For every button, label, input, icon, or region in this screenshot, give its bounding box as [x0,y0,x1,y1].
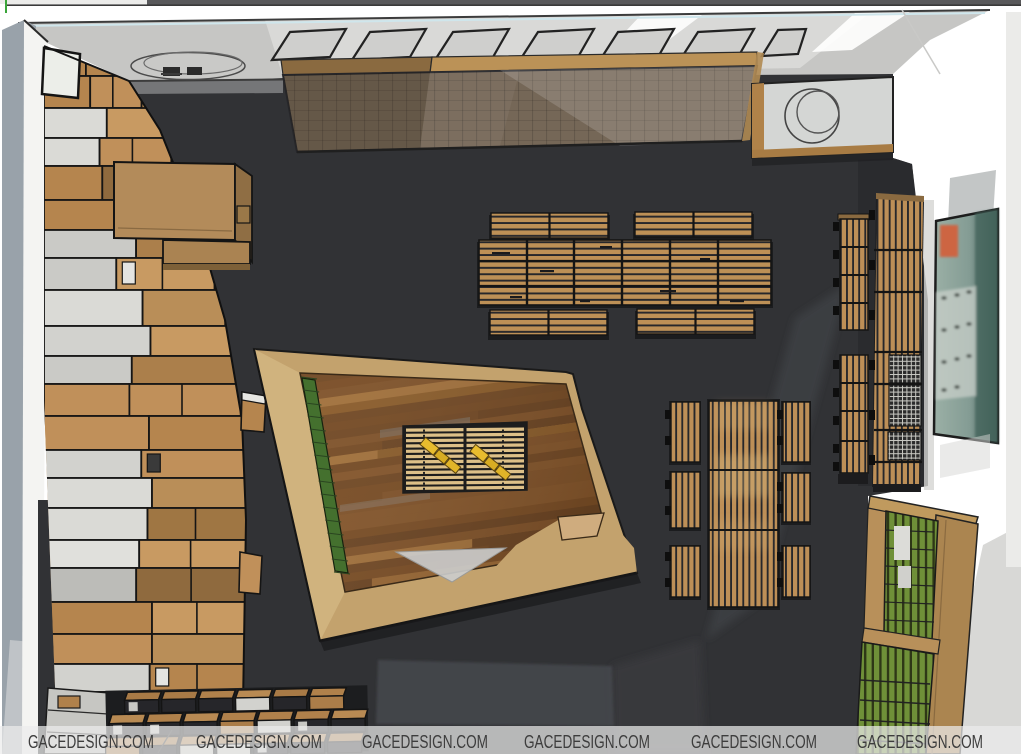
svg-text:GACEDESIGN.COM: GACEDESIGN.COM [691,732,817,752]
svg-text:GACEDESIGN.COM: GACEDESIGN.COM [524,732,650,752]
svg-text:GACEDESIGN.COM: GACEDESIGN.COM [28,732,154,752]
svg-text:GACEDESIGN.COM: GACEDESIGN.COM [857,732,983,752]
svg-text:GACEDESIGN.COM: GACEDESIGN.COM [196,732,322,752]
svg-text:GACEDESIGN.COM: GACEDESIGN.COM [362,732,488,752]
